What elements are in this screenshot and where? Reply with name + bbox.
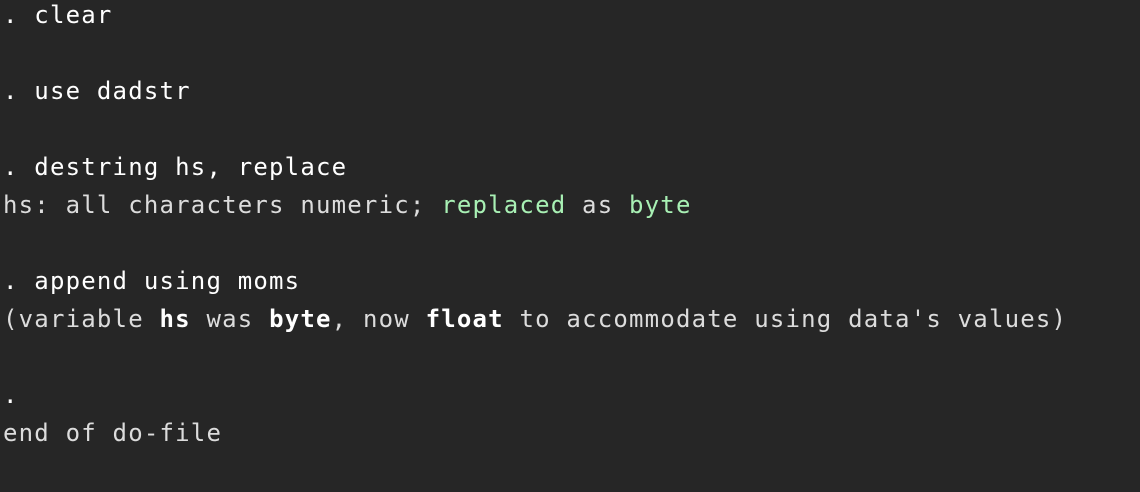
results-window: . clear . use dadstr . destring hs, repl… (3, 0, 1133, 492)
destring-output-replaced: replaced (441, 191, 567, 219)
destring-output-prefix: hs: all characters numeric; (3, 191, 442, 219)
command-clear: . clear (3, 1, 113, 29)
append-output-now: , now (331, 305, 426, 333)
destring-output: hs: all characters numeric; replaced as … (3, 190, 692, 220)
append-output-new-type: float (425, 305, 504, 333)
command-prompt: . (3, 381, 19, 409)
append-output-rest: to accommodate using data's values) (503, 305, 1068, 333)
destring-output-as: as (566, 191, 629, 219)
append-output-was: was (190, 305, 270, 333)
append-output-old-type: byte (269, 305, 332, 333)
destring-output-type: byte (629, 191, 692, 219)
command-append: . append using moms (3, 267, 301, 295)
append-output: (variable hs was byte, now float to acco… (3, 304, 1067, 334)
append-output-open: (variable (3, 305, 160, 333)
command-destring: . destring hs, replace (3, 153, 348, 181)
end-of-do-file: end of do-file (3, 419, 223, 447)
append-output-var: hs (159, 305, 191, 333)
command-use-dadstr: . use dadstr (3, 77, 191, 105)
